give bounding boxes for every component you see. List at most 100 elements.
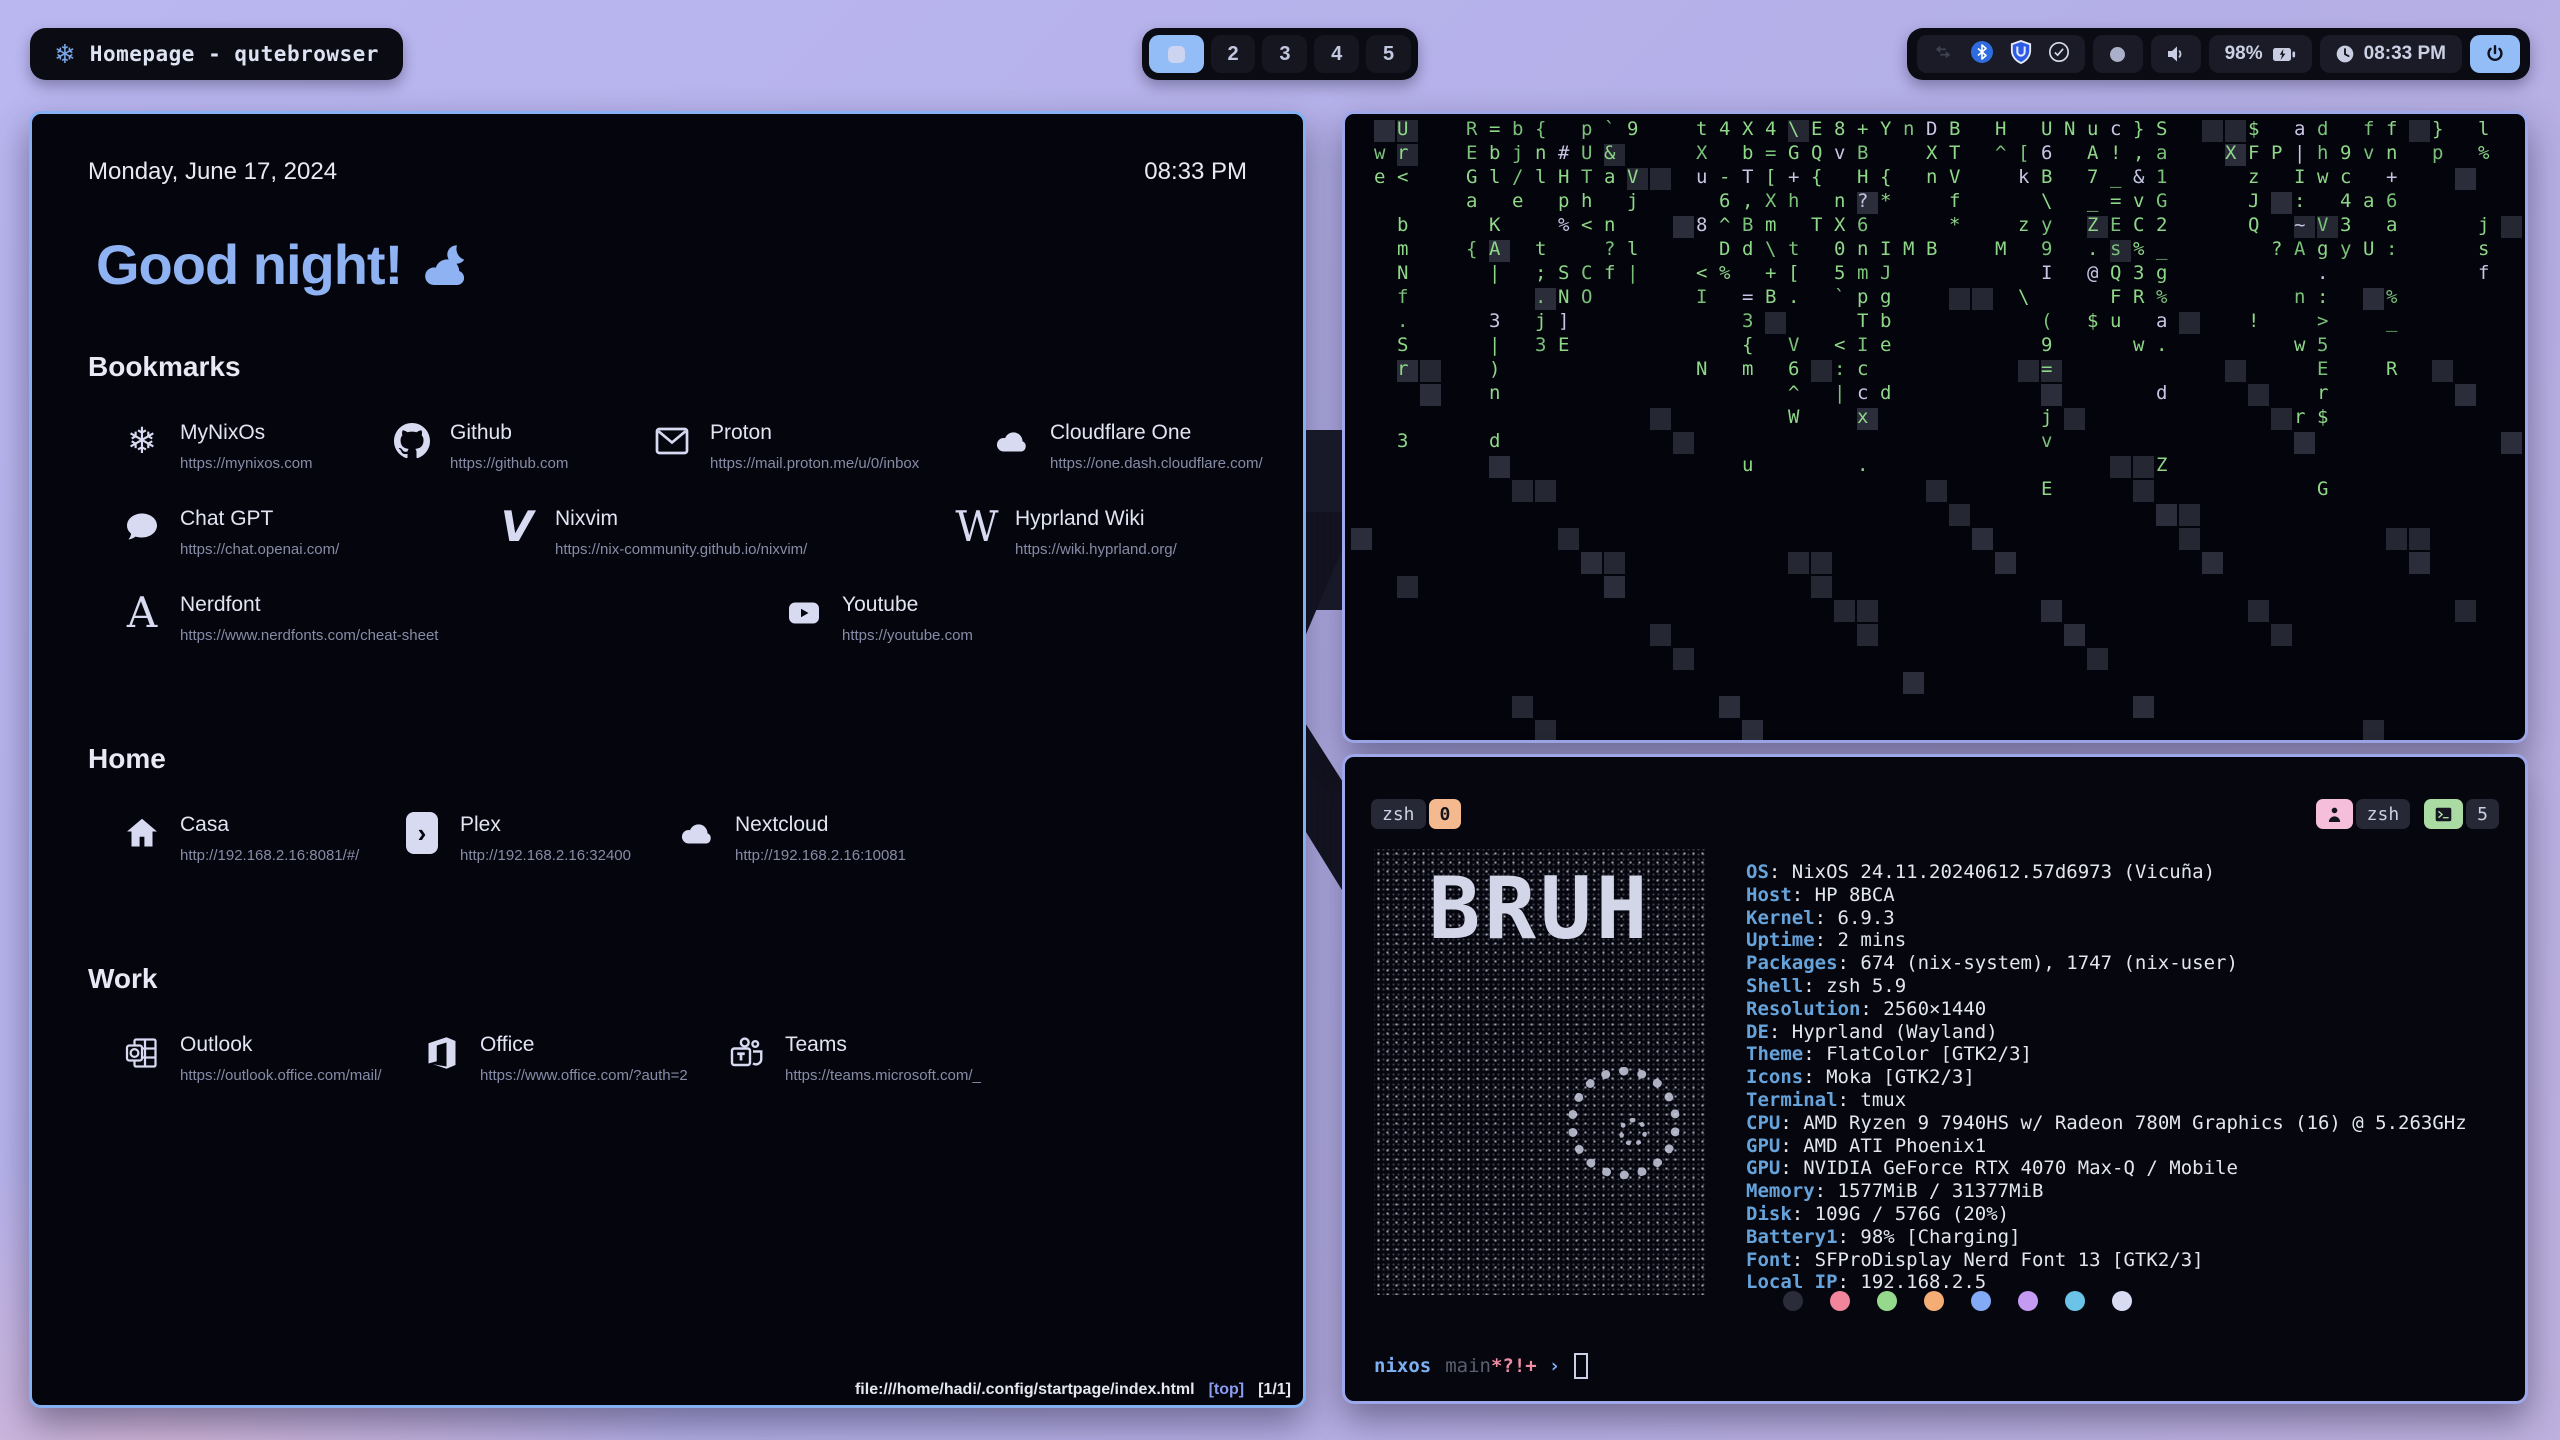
fetch-line: Host: HP 8BCA: [1746, 884, 2467, 907]
matrix-block: [2271, 192, 2292, 214]
shield-icon[interactable]: [2010, 40, 2032, 69]
bookmark-outlook[interactable]: Outlookhttps://outlook.office.com/mail/: [122, 1031, 381, 1084]
matrix-glyph: ,: [1742, 192, 1753, 211]
check-circle-icon[interactable]: [2048, 41, 2070, 68]
matrix-glyph: S: [1397, 336, 1408, 355]
matrix-glyph: n: [1535, 144, 1546, 163]
sync-icon[interactable]: [1932, 41, 1954, 68]
matrix-glyph: E: [1466, 144, 1477, 163]
matrix-block: [2225, 120, 2246, 142]
matrix-glyph: l: [1627, 240, 1638, 259]
matrix-glyph: B: [1857, 144, 1868, 163]
matrix-glyph: n: [1489, 384, 1500, 403]
matrix-glyph: p: [2432, 144, 2443, 163]
bookmark-texts: Nerdfonthttps://www.nerdfonts.com/cheat-…: [180, 591, 438, 644]
matrix-glyph: N: [2064, 120, 2075, 139]
bookmark-hyprland-wiki[interactable]: WHyprland Wikihttps://wiki.hyprland.org/: [957, 505, 1177, 558]
clock-widget[interactable]: 08:33 PM: [2320, 35, 2462, 73]
matrix-block: [1972, 288, 1993, 310]
bookmark-chat-gpt[interactable]: Chat GPThttps://chat.openai.com/: [122, 505, 339, 558]
bookmark-name: Nerdfont: [180, 593, 438, 617]
matrix-glyph: z: [2248, 168, 2259, 187]
matrix-block: [1834, 600, 1855, 622]
matrix-glyph: #: [1558, 144, 1569, 163]
fetch-line: Disk: 109G / 576G (20%): [1746, 1203, 2467, 1226]
matrix-block: [2271, 408, 2292, 430]
fetch-label: Host: [1746, 884, 1792, 906]
bookmark-cloudflare-one[interactable]: Cloudflare Onehttps://one.dash.cloudflar…: [992, 419, 1263, 472]
matrix-glyph: S: [2156, 120, 2167, 139]
tmux-group: zsh: [2316, 799, 2411, 829]
recorder-dot-button[interactable]: [2093, 35, 2143, 73]
matrix-glyph: *: [1880, 192, 1891, 211]
battery-widget[interactable]: 98%: [2209, 35, 2312, 73]
bookmark-mynixos[interactable]: ❄MyNixOshttps://mynixos.com: [122, 419, 313, 472]
bookmark-url: https://github.com: [450, 455, 568, 472]
bookmark-url: https://wiki.hyprland.org/: [1015, 541, 1177, 558]
bookmark-youtube[interactable]: Youtubehttps://youtube.com: [784, 591, 973, 644]
bookmark-plex[interactable]: ›Plexhttp://192.168.2.16:32400: [402, 811, 631, 864]
bookmark-teams[interactable]: Teamshttps://teams.microsoft.com/_: [727, 1031, 981, 1084]
matrix-glyph: 1: [2156, 168, 2167, 187]
matrix-glyph: *: [1949, 216, 1960, 235]
bluetooth-icon[interactable]: [1970, 40, 1994, 69]
workspace-3[interactable]: 3: [1262, 35, 1307, 73]
bookmark-nerdfont[interactable]: ANerdfonthttps://www.nerdfonts.com/cheat…: [122, 591, 438, 644]
fetch-line: Kernel: 6.9.3: [1746, 907, 2467, 930]
terminal-cursor: [1574, 1353, 1588, 1379]
matrix-glyph: 5: [2317, 336, 2328, 355]
matrix-block: [1949, 504, 1970, 526]
matrix-glyph: ): [1489, 360, 1500, 379]
matrix-block: [2409, 120, 2430, 142]
matrix-glyph: 3: [1535, 336, 1546, 355]
bookmark-casa[interactable]: Casahttp://192.168.2.16:8081/#/: [122, 811, 359, 864]
matrix-glyph: U: [2041, 120, 2052, 139]
workspace-1[interactable]: [1149, 35, 1204, 73]
matrix-glyph: +: [1857, 120, 1868, 139]
matrix-glyph: `: [1604, 120, 1615, 139]
matrix-glyph: O: [1581, 288, 1592, 307]
matrix-block: [1903, 672, 1924, 694]
matrix-rain: weUr<bmNf.Sr3REGa{=blKA|3|)ndbj/e{nlt;.j…: [1345, 114, 2525, 740]
matrix-glyph: ^: [1719, 216, 1730, 235]
matrix-glyph: %: [2478, 144, 2489, 163]
matrix-glyph: =: [2041, 360, 2052, 379]
workspace-5[interactable]: 5: [1366, 35, 1411, 73]
bookmark-github[interactable]: Githubhttps://github.com: [392, 419, 568, 472]
matrix-block: [2363, 720, 2384, 742]
volume-button[interactable]: [2151, 35, 2201, 73]
matrix-glyph: E: [2041, 480, 2052, 499]
matrix-glyph: .: [1857, 456, 1868, 475]
bookmark-proton[interactable]: Protonhttps://mail.proton.me/u/0/inbox: [652, 419, 919, 472]
matrix-glyph: :: [2294, 192, 2305, 211]
fetch-label: CPU: [1746, 1112, 1780, 1134]
workspace-2[interactable]: 2: [1211, 35, 1256, 73]
matrix-glyph: r: [1397, 360, 1408, 379]
matrix-glyph: n: [2294, 288, 2305, 307]
prompt-git-flags: *?!+: [1491, 1355, 1537, 1377]
matrix-block: [1949, 288, 1970, 310]
matrix-glyph: |: [1489, 336, 1500, 355]
prompt-git-branch: main*?!+: [1445, 1355, 1537, 1377]
matrix-block: [2018, 360, 2039, 382]
matrix-glyph: F: [2248, 144, 2259, 163]
matrix-block: [2409, 528, 2430, 550]
matrix-glyph: %: [2156, 288, 2167, 307]
matrix-glyph: s: [2478, 240, 2489, 259]
matrix-glyph: C: [1581, 264, 1592, 283]
workspace-4[interactable]: 4: [1314, 35, 1359, 73]
matrix-glyph: U: [1581, 144, 1592, 163]
matrix-glyph: $: [2317, 408, 2328, 427]
bookmark-nixvim[interactable]: VNixvimhttps://nix-community.github.io/n…: [497, 505, 807, 558]
matrix-block: [2087, 648, 2108, 670]
bookmark-nextcloud[interactable]: Nextcloudhttp://192.168.2.16:10081: [677, 811, 906, 864]
palette-dot: [1783, 1291, 1803, 1311]
matrix-block: [2179, 504, 2200, 526]
power-button[interactable]: [2470, 35, 2520, 73]
matrix-block: [2156, 504, 2177, 526]
bookmark-office[interactable]: Officehttps://www.office.com/?auth=2: [422, 1031, 688, 1084]
bookmark-texts: Githubhttps://github.com: [450, 419, 568, 472]
matrix-glyph: b: [1397, 216, 1408, 235]
matrix-glyph: 5: [1834, 264, 1845, 283]
matrix-glyph: 9: [2041, 240, 2052, 259]
